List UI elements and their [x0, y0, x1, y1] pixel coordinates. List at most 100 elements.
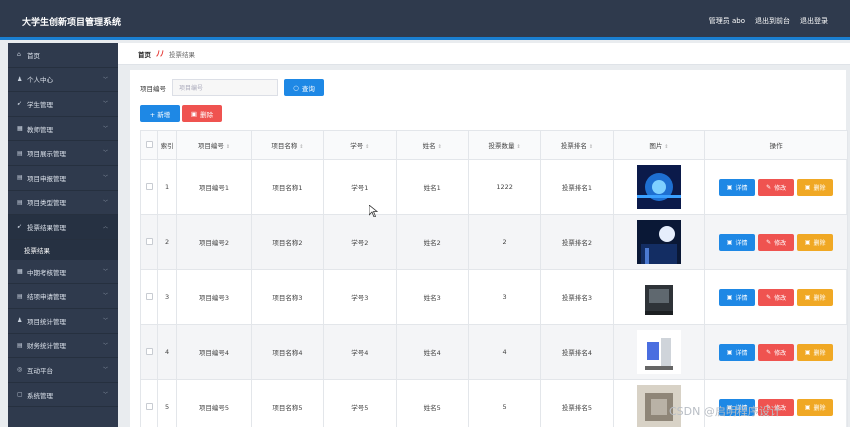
detail-button[interactable]: ▣ 详情	[719, 288, 756, 306]
row-checkbox[interactable]	[145, 292, 153, 300]
sidebar-item[interactable]: ◎ 互动平台 ﹀	[8, 358, 118, 383]
operations-cell: ▣ 详情 ✎ 修改 ▣ 删除	[704, 159, 848, 215]
search-button[interactable]: ○ 查询	[284, 79, 324, 96]
edit-button[interactable]: ✎ 修改	[758, 233, 795, 251]
edit-button[interactable]: ✎ 修改	[758, 288, 795, 306]
trash-icon: ▣	[804, 348, 811, 356]
edit-button[interactable]: ✎ 修改	[758, 178, 795, 196]
chevron-down-icon: ﹀	[102, 268, 108, 275]
sidebar-item[interactable]: ▤ 项目申报管理 ﹀	[8, 166, 118, 191]
row-delete-button[interactable]: ▣ 删除	[797, 398, 834, 416]
sidebar-item-label: 首页	[27, 51, 40, 60]
sort-icon[interactable]: ⇕	[589, 144, 593, 150]
row-checkbox[interactable]	[145, 237, 153, 245]
sidebar-item[interactable]: ▤ 结项申请管理 ﹀	[8, 284, 118, 309]
sort-icon[interactable]: ⇕	[365, 144, 369, 150]
project-image[interactable]	[636, 220, 681, 264]
sidebar-item[interactable]: ▤ 项目展示管理 ﹀	[8, 141, 118, 166]
column-header[interactable]	[139, 130, 159, 160]
column-header[interactable]: 索引	[157, 130, 178, 160]
back-to-front-link[interactable]: 退出到前台	[755, 16, 790, 26]
search-label: 项目编号	[140, 84, 166, 93]
sidebar-item[interactable]: ▦ 教师管理 ﹀	[8, 117, 118, 142]
table-cell: 投票排名2	[540, 214, 614, 270]
column-header[interactable]: 操作	[704, 130, 848, 160]
button-label: 详情	[735, 349, 748, 357]
table-cell: 学号5	[323, 379, 397, 427]
column-header-label: 投票排名	[560, 142, 587, 150]
table-cell: 项目名称3	[250, 269, 325, 325]
sidebar-item-label: 互动平台	[27, 366, 53, 375]
sidebar-item-label: 学生管理	[27, 100, 53, 109]
table-cell: 姓名2	[395, 214, 469, 270]
chevron-down-icon: ﹀	[102, 174, 108, 181]
add-button[interactable]: + 新增	[140, 105, 180, 122]
sidebar-subitem-vote-result[interactable]: 投票结果	[8, 239, 118, 260]
row-delete-button[interactable]: ▣ 删除	[797, 288, 834, 306]
search-input[interactable]: 项目编号	[172, 79, 278, 96]
table-cell: 学号1	[323, 159, 397, 215]
button-label: 修改	[774, 294, 787, 302]
column-header[interactable]: 图片 ⇕	[612, 130, 706, 160]
row-checkbox[interactable]	[145, 182, 153, 190]
sidebar-item[interactable]: ⌂ 首页	[8, 43, 118, 68]
sort-icon[interactable]: ⇕	[516, 144, 520, 150]
edit-button[interactable]: ✎ 修改	[758, 343, 795, 361]
table-cell: 学号4	[323, 324, 397, 380]
row-checkbox[interactable]	[145, 402, 153, 410]
trash-icon: ▣	[804, 238, 811, 246]
sidebar-item-label: 个人中心	[27, 76, 53, 85]
doc-icon: ▤	[17, 198, 23, 206]
search-button-label: 查询	[301, 84, 315, 93]
user-icon: ♟	[17, 75, 23, 83]
select-all-checkbox[interactable]	[145, 140, 153, 148]
project-image[interactable]	[636, 165, 681, 209]
table-cell: 投票排名5	[540, 379, 614, 427]
table-cell: 项目编号2	[176, 214, 252, 270]
column-header[interactable]: 项目名称 ⇕	[250, 130, 325, 160]
sort-icon[interactable]: ⇕	[664, 144, 668, 150]
detail-button[interactable]: ▣ 详情	[719, 178, 756, 196]
column-header[interactable]: 投票排名 ⇕	[540, 130, 614, 160]
column-header[interactable]: 项目编号 ⇕	[176, 130, 252, 160]
breadcrumb-home[interactable]: 首页	[138, 49, 151, 59]
sidebar-item-label: 项目类型管理	[27, 199, 66, 208]
table-cell: 项目名称1	[250, 159, 325, 215]
sidebar-item[interactable]: ▦ 中期考核管理 ﹀	[8, 260, 118, 285]
row-delete-button[interactable]: ▣ 删除	[797, 178, 834, 196]
sort-icon[interactable]: ⇕	[226, 144, 230, 150]
chat-icon: ▢	[17, 391, 23, 399]
sidebar-item[interactable]: ▤ 财务统计管理 ﹀	[8, 334, 118, 359]
sidebar-item[interactable]: ➹ 投票结果管理 ︿	[8, 215, 118, 240]
breadcrumb-separator-icon: ﾉﾉ	[156, 49, 164, 58]
sidebar-item[interactable]: ♟ 个人中心 ﹀	[8, 68, 118, 93]
button-label: 详情	[735, 239, 748, 247]
table-cell: 投票排名1	[540, 159, 614, 215]
sort-icon[interactable]: ⇕	[299, 144, 303, 150]
sidebar-item[interactable]: ▢ 系统管理 ﹀	[8, 383, 118, 408]
delete-button[interactable]: ▣ 删除	[182, 105, 222, 122]
row-delete-button[interactable]: ▣ 删除	[797, 343, 834, 361]
project-image[interactable]	[636, 330, 681, 374]
detail-button[interactable]: ▣ 详情	[719, 343, 756, 361]
logout-link[interactable]: 退出登录	[800, 16, 828, 26]
sort-icon[interactable]: ⇕	[438, 144, 442, 150]
table-cell: 项目名称2	[250, 214, 325, 270]
column-header-label: 项目编号	[197, 142, 224, 150]
column-header[interactable]: 投票数量 ⇕	[467, 130, 542, 160]
detail-icon: ▣	[726, 348, 733, 356]
detail-button[interactable]: ▣ 详情	[719, 233, 756, 251]
column-header-label: 操作	[769, 142, 783, 150]
operations-cell: ▣ 详情 ✎ 修改 ▣ 删除	[704, 269, 848, 325]
sidebar-item[interactable]: ➹ 学生管理 ﹀	[8, 92, 118, 117]
column-header[interactable]: 学号 ⇕	[323, 130, 397, 160]
sidebar-item[interactable]: ▤ 项目类型管理 ﹀	[8, 191, 118, 216]
sidebar-item[interactable]: ♟ 项目统计管理 ﹀	[8, 309, 118, 334]
sidebar-item-label: 结项申请管理	[27, 293, 66, 302]
column-header-label: 索引	[160, 142, 174, 150]
column-header[interactable]: 姓名 ⇕	[395, 130, 469, 160]
sidebar-item-label: 财务统计管理	[27, 342, 66, 351]
row-checkbox[interactable]	[145, 347, 153, 355]
row-delete-button[interactable]: ▣ 删除	[797, 233, 834, 251]
project-image[interactable]	[636, 275, 681, 319]
